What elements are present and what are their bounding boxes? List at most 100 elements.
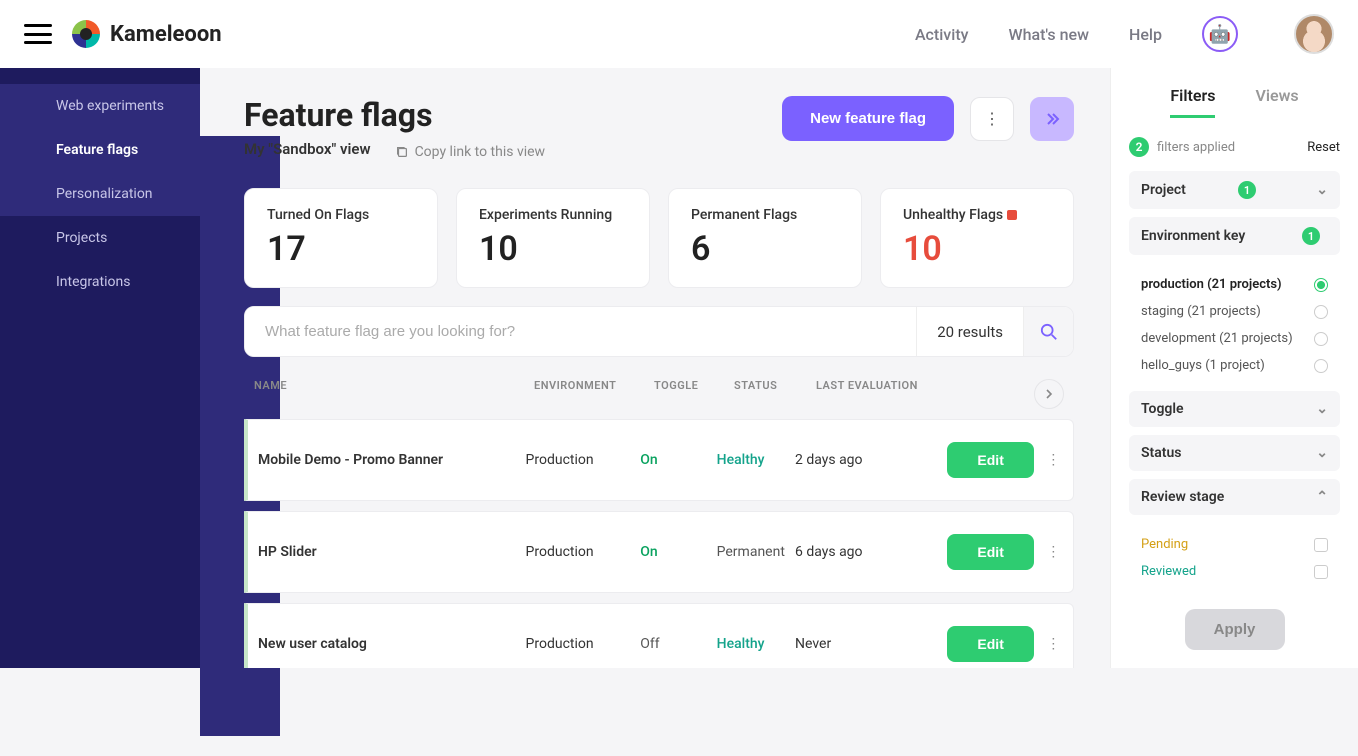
- col-environment[interactable]: ENVIRONMENT: [534, 379, 654, 409]
- page-header: Feature flags My "Sandbox" view Copy lin…: [244, 96, 1074, 160]
- filter-count-badge: 1: [1302, 227, 1320, 245]
- sidebar-item-web-experiments[interactable]: Web experiments: [0, 84, 200, 128]
- row-toggle: Off: [640, 636, 716, 652]
- stat-value: 17: [267, 229, 415, 269]
- header-actions: New feature flag ⋮: [782, 96, 1074, 141]
- expand-panel-button[interactable]: [1030, 97, 1074, 141]
- more-actions-button[interactable]: ⋮: [970, 97, 1014, 141]
- user-avatar[interactable]: [1294, 14, 1334, 54]
- filter-status[interactable]: Status ⌄: [1129, 435, 1340, 471]
- filters-count-badge: 2: [1129, 137, 1149, 157]
- filters-applied-row: 2 filters applied Reset: [1129, 137, 1340, 157]
- env-option[interactable]: development (21 projects): [1133, 325, 1336, 352]
- scroll-columns-button[interactable]: [1034, 379, 1064, 409]
- checkbox-icon: [1314, 538, 1328, 552]
- row-last: 2 days ago: [795, 452, 910, 468]
- stat-label: Permanent Flags: [691, 207, 839, 223]
- col-toggle[interactable]: TOGGLE: [654, 379, 734, 409]
- stat-experiments-running: Experiments Running 10: [456, 188, 650, 288]
- col-status[interactable]: STATUS: [734, 379, 816, 409]
- edit-button[interactable]: Edit: [947, 626, 1033, 662]
- edit-button[interactable]: Edit: [947, 442, 1033, 478]
- sidebar-item-personalization[interactable]: Personalization: [0, 172, 200, 216]
- env-option[interactable]: staging (21 projects): [1133, 298, 1336, 325]
- reset-filters-button[interactable]: Reset: [1307, 140, 1340, 155]
- robot-icon: 🤖: [1209, 24, 1231, 45]
- row-status: Healthy: [717, 452, 795, 468]
- filter-label: Toggle: [1141, 401, 1184, 417]
- row-last: 6 days ago: [795, 544, 910, 560]
- main-content: Feature flags My "Sandbox" view Copy lin…: [200, 68, 1110, 668]
- col-last-evaluation[interactable]: LAST EVALUATION: [816, 379, 936, 409]
- stat-label: Turned On Flags: [267, 207, 415, 223]
- row-env: Production: [526, 452, 641, 468]
- new-feature-flag-button[interactable]: New feature flag: [782, 96, 954, 141]
- radio-icon: [1314, 305, 1328, 319]
- filter-environment-key[interactable]: Environment key 1: [1129, 217, 1340, 255]
- page-subtitle: My "Sandbox" view: [244, 140, 371, 158]
- review-option-pending[interactable]: Pending: [1133, 531, 1336, 558]
- row-name: Mobile Demo - Promo Banner: [258, 452, 526, 468]
- stat-label: Unhealthy Flags: [903, 207, 1051, 223]
- search-input[interactable]: [245, 307, 916, 356]
- topbar: Kameleoon Activity What's new Help 🤖: [0, 0, 1358, 68]
- brand-logo[interactable]: Kameleoon: [72, 20, 222, 48]
- stats-row: Turned On Flags 17 Experiments Running 1…: [244, 188, 1074, 288]
- nav-whats-new[interactable]: What's new: [1008, 25, 1089, 44]
- tab-filters[interactable]: Filters: [1170, 86, 1215, 118]
- copilot-button[interactable]: 🤖: [1202, 16, 1238, 52]
- hamburger-menu-icon[interactable]: [24, 24, 52, 44]
- page-title: Feature flags: [244, 96, 545, 134]
- table-row[interactable]: New user catalog Production Off Healthy …: [244, 603, 1074, 668]
- row-menu-button[interactable]: ⋮: [1044, 636, 1063, 652]
- filter-label: Review stage: [1141, 489, 1224, 505]
- nav-activity[interactable]: Activity: [915, 25, 969, 44]
- review-option-reviewed[interactable]: Reviewed: [1133, 558, 1336, 585]
- row-menu-button[interactable]: ⋮: [1044, 452, 1063, 468]
- search-row: 20 results: [244, 306, 1074, 357]
- review-options: Pending Reviewed: [1129, 523, 1340, 597]
- row-toggle: On: [640, 452, 716, 468]
- filter-label: Project: [1141, 182, 1186, 198]
- stat-unhealthy-flags: Unhealthy Flags 10: [880, 188, 1074, 288]
- chevron-right-icon: [1044, 389, 1054, 399]
- filters-panel: Filters Views 2 filters applied Reset Pr…: [1110, 68, 1358, 668]
- radio-icon: [1314, 278, 1328, 292]
- brand-name: Kameleoon: [110, 22, 222, 47]
- filter-label: Status: [1141, 445, 1181, 461]
- tab-views[interactable]: Views: [1255, 86, 1298, 118]
- env-option[interactable]: hello_guys (1 project): [1133, 352, 1336, 379]
- stat-value: 10: [903, 229, 1051, 269]
- sidebar-item-integrations[interactable]: Integrations: [0, 260, 200, 304]
- edit-button[interactable]: Edit: [947, 534, 1033, 570]
- nav-help[interactable]: Help: [1129, 25, 1162, 44]
- filter-review-stage[interactable]: Review stage ⌃: [1129, 479, 1340, 515]
- copy-link-label: Copy link to this view: [415, 144, 546, 160]
- filter-project[interactable]: Project 1 ⌄: [1129, 171, 1340, 209]
- search-button[interactable]: [1023, 307, 1073, 356]
- results-count: 20 results: [916, 307, 1023, 356]
- stat-permanent-flags: Permanent Flags 6: [668, 188, 862, 288]
- table-row[interactable]: Mobile Demo - Promo Banner Production On…: [244, 419, 1074, 501]
- row-last: Never: [795, 636, 910, 652]
- row-status: Permanent: [717, 544, 795, 560]
- filter-count-badge: 1: [1238, 181, 1256, 199]
- stat-label: Experiments Running: [479, 207, 627, 223]
- stat-value: 6: [691, 229, 839, 269]
- sidebar: Activate Web experiments Feature flags P…: [0, 68, 200, 668]
- col-name[interactable]: NAME: [254, 379, 534, 409]
- radio-icon: [1314, 332, 1328, 346]
- env-option[interactable]: production (21 projects): [1133, 271, 1336, 298]
- apply-filters-button[interactable]: Apply: [1185, 609, 1285, 650]
- sidebar-item-projects[interactable]: Projects: [0, 216, 200, 260]
- logo-mark-icon: [72, 20, 100, 48]
- copy-link-button[interactable]: Copy link to this view: [395, 144, 546, 160]
- filter-toggle[interactable]: Toggle ⌄: [1129, 391, 1340, 427]
- row-menu-button[interactable]: ⋮: [1044, 544, 1063, 560]
- radio-icon: [1314, 359, 1328, 373]
- env-options: production (21 projects) staging (21 pro…: [1129, 263, 1340, 391]
- sidebar-item-feature-flags[interactable]: Feature flags: [0, 128, 200, 172]
- table-row[interactable]: HP Slider Production On Permanent 6 days…: [244, 511, 1074, 593]
- chevron-up-icon: ⌃: [1316, 489, 1328, 505]
- chevron-right-double-icon: [1044, 111, 1060, 127]
